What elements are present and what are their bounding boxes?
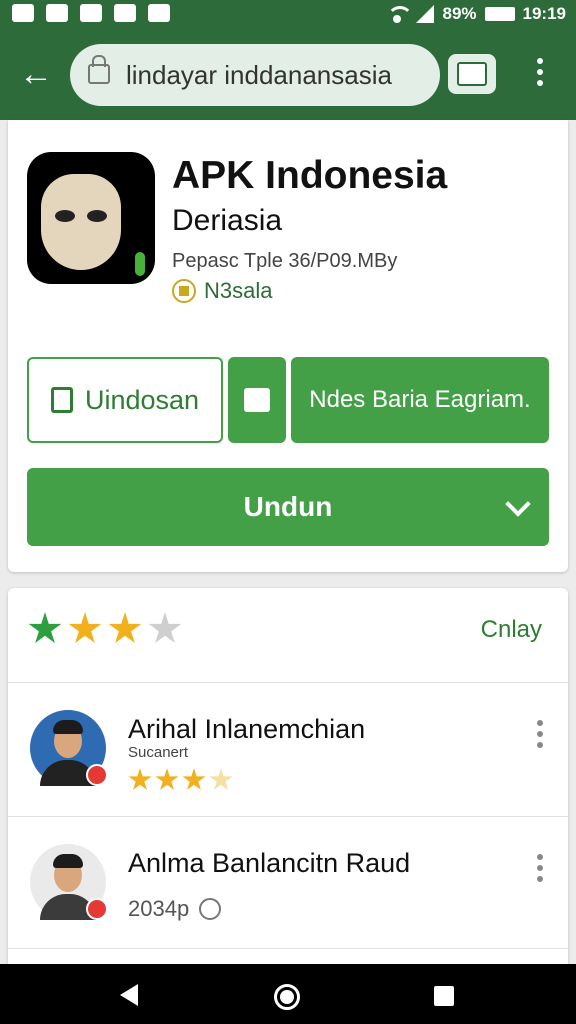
tab-switcher-icon	[457, 62, 487, 86]
clock-icon	[199, 898, 222, 920]
avatar[interactable]	[30, 844, 108, 920]
star-icon[interactable]	[28, 612, 62, 643]
rating-stars[interactable]	[28, 612, 182, 646]
avatar-badge-icon	[86, 898, 108, 920]
notification-icons	[12, 4, 170, 22]
star-icon	[128, 768, 152, 790]
mail-notification-icon	[80, 4, 102, 22]
app-meta: Pepasc Tple 36/P09.MBy	[172, 250, 398, 272]
uninstall-button-label: Uindosan	[84, 384, 200, 415]
reviews-card: Cnlay Arihal Inlanemchian Sucanert Anlma…	[8, 588, 568, 964]
battery-percentage: 89%	[442, 4, 477, 23]
app-badge: N3sala	[172, 278, 272, 304]
leaf-icon	[135, 252, 145, 276]
badge-label: N3sala	[204, 278, 273, 303]
lock-icon	[88, 55, 110, 84]
notification-icon	[12, 4, 34, 22]
wifi-icon	[386, 6, 414, 23]
badge-icon	[172, 279, 196, 303]
app-title: APK Indonesia	[172, 154, 448, 197]
mask-eye-right	[87, 210, 107, 222]
secondary-action-button[interactable]: Ndes Baria Eagriam.	[291, 357, 549, 443]
app-notification-icon	[148, 4, 170, 22]
reviewer-name: Arihal Inlanemchian	[128, 714, 366, 744]
image-notification-icon	[46, 4, 68, 22]
mask-eye-left	[55, 210, 75, 222]
nav-back-icon[interactable]	[120, 984, 138, 1006]
star-icon[interactable]	[68, 612, 102, 643]
star-icon	[155, 768, 179, 790]
download-icon	[50, 387, 73, 413]
chevron-down-icon[interactable]	[505, 491, 531, 517]
star-icon	[209, 768, 233, 790]
download-button[interactable]: Undun	[27, 468, 549, 546]
divider	[8, 948, 568, 949]
system-nav-bar	[0, 964, 576, 1024]
url-text[interactable]: lindayar inddanansasia	[126, 60, 392, 91]
secondary-action-label: Ndes Baria Eagriam.	[309, 386, 531, 413]
nav-recent-apps-icon[interactable]	[434, 986, 454, 1006]
star-icon[interactable]	[108, 612, 142, 643]
back-arrow-icon[interactable]: ←	[18, 56, 54, 92]
review-item[interactable]: Arihal Inlanemchian Sucanert	[8, 684, 568, 816]
divider	[8, 816, 568, 817]
app-icon	[27, 152, 155, 284]
reviewer-name: Anlma Banlancitn Raud	[128, 848, 411, 878]
review-more-icon[interactable]	[536, 854, 544, 884]
signal-icon	[416, 5, 435, 23]
star-icon[interactable]	[148, 612, 182, 643]
avatar[interactable]	[30, 710, 108, 786]
review-rating	[128, 768, 233, 792]
message-notification-icon	[114, 4, 136, 22]
address-bar[interactable]: lindayar inddanansasia	[70, 44, 440, 106]
nav-home-icon[interactable]	[274, 984, 300, 1010]
browser-toolbar: ← lindayar inddanansasia	[0, 32, 576, 120]
avatar-badge-icon	[86, 764, 108, 786]
mask-graphic	[41, 174, 121, 270]
review-more-icon[interactable]	[536, 720, 544, 750]
tab-switcher-button[interactable]	[448, 54, 496, 94]
rate-link[interactable]: Cnlay	[481, 616, 542, 644]
app-subtitle: Deriasia	[172, 204, 283, 237]
clock-time: 19:19	[522, 4, 566, 23]
review-item[interactable]: Anlma Banlancitn Raud 2034p	[8, 818, 568, 950]
star-icon	[182, 768, 206, 790]
feedback-icon	[244, 388, 270, 412]
download-button-label: Undun	[243, 491, 333, 522]
more-vert-icon[interactable]	[528, 58, 552, 94]
review-date-text: 2034p	[128, 896, 190, 921]
review-date: 2034p	[128, 896, 222, 922]
battery-icon	[484, 7, 515, 21]
app-header-card: APK Indonesia Deriasia Pepasc Tple 36/P0…	[8, 120, 568, 572]
review-subtitle: Sucanert	[128, 744, 189, 761]
divider	[8, 682, 568, 683]
feedback-button[interactable]	[228, 357, 286, 443]
status-bar: 89% 19:19	[0, 0, 576, 32]
uninstall-button[interactable]: Uindosan	[27, 357, 223, 443]
